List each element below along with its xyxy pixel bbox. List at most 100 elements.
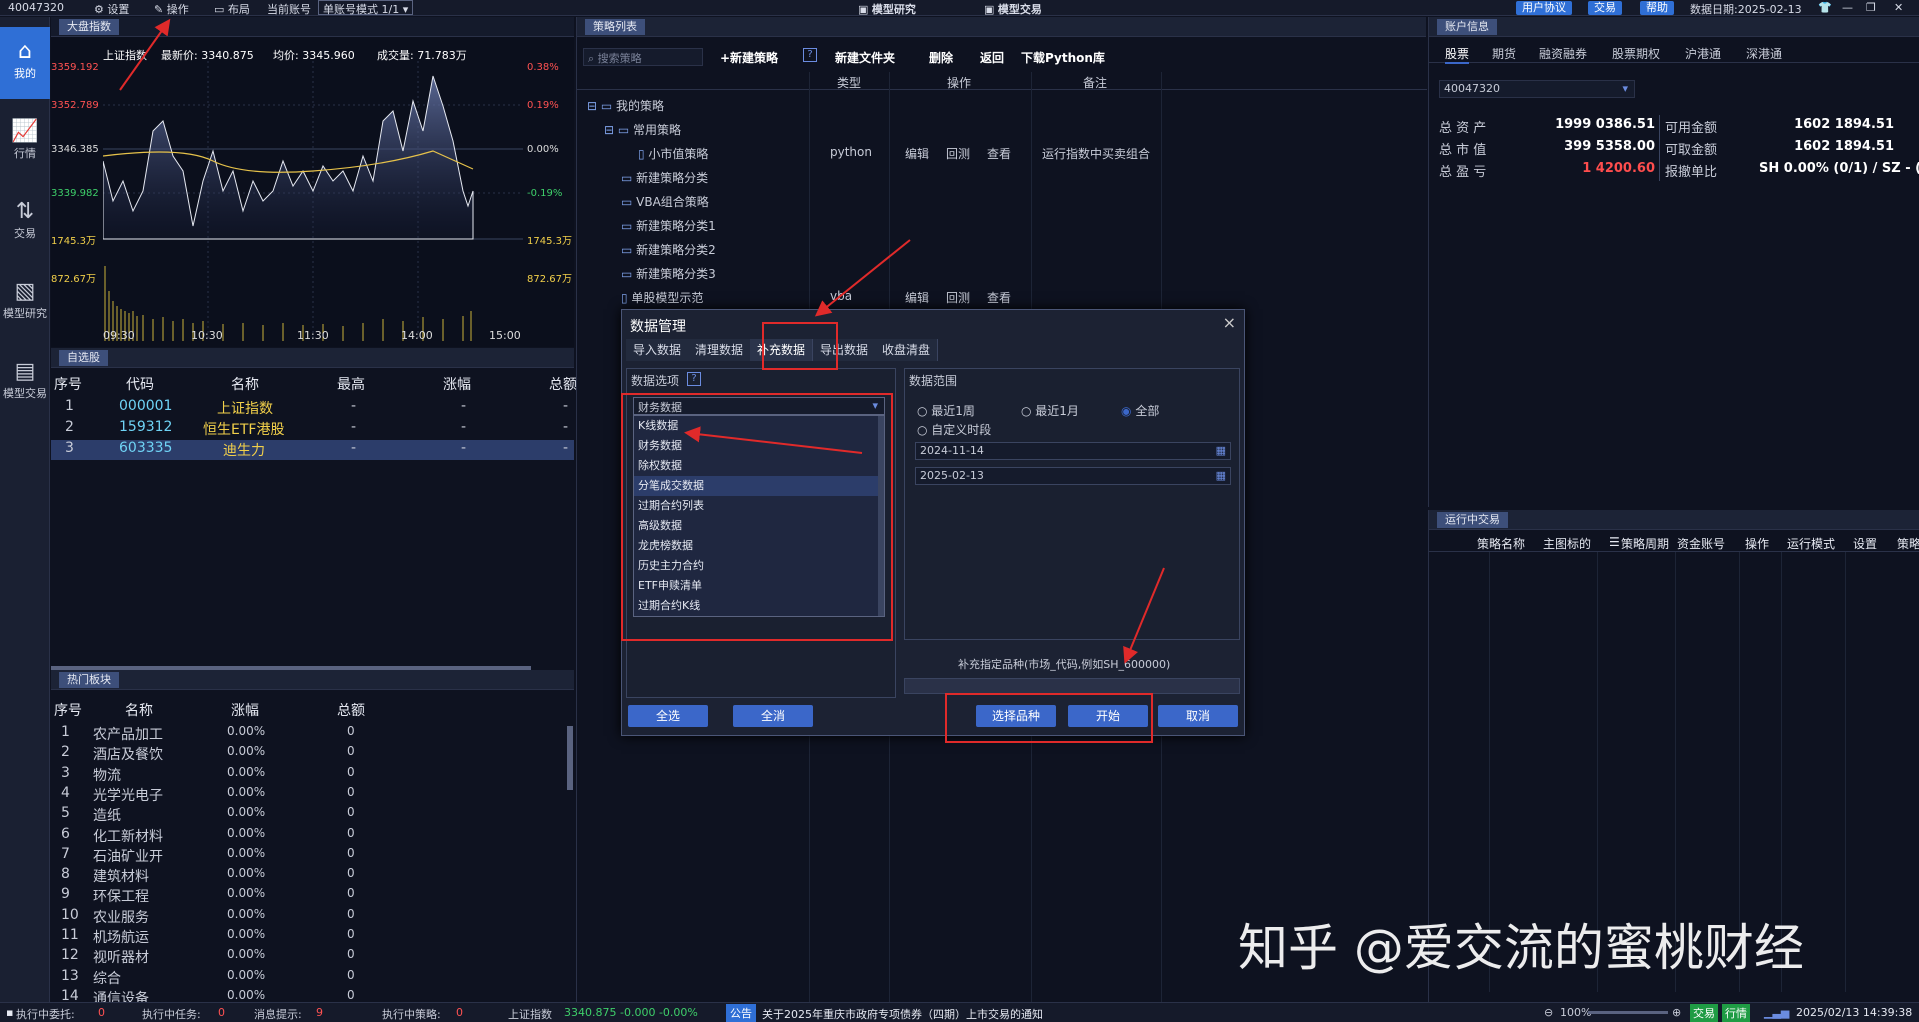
tree-item[interactable]: ▭ 新建策略分类1	[577, 217, 1427, 239]
tab-stock[interactable]: 股票	[1445, 45, 1470, 64]
tree-item[interactable]: ▯ 小市值策略 python 编辑 回测 查看 运行指数中买卖组合	[577, 145, 1427, 167]
sidebar-item-trade[interactable]: ⇅ 交易	[0, 187, 50, 259]
search-input[interactable]: ⌕ 搜索策略	[583, 48, 703, 66]
delete-button[interactable]: 删除	[929, 49, 953, 66]
tree-item[interactable]: ▭ 新建策略分类3	[577, 265, 1427, 287]
table-row[interactable]: 2 159312 恒生ETF港股 - - -	[51, 419, 574, 439]
tab-margin[interactable]: 融资融券	[1539, 45, 1587, 62]
op-button[interactable]: 查看	[987, 145, 1011, 162]
sidebar-item-research[interactable]: ▧ 模型研究	[0, 267, 50, 339]
op-button[interactable]: 编辑	[905, 289, 929, 306]
list-item[interactable]: 7 石油矿业开 0.00% 0	[51, 846, 561, 866]
model-trade-button[interactable]: ▣ 模型交易	[984, 1, 1042, 17]
list-item[interactable]: 4 光学光电子 0.00% 0	[51, 785, 561, 805]
op-button[interactable]: 编辑	[905, 145, 929, 162]
table-row[interactable]: 1 000001 上证指数 - - -	[51, 398, 574, 418]
radio-custom-range[interactable]: ○ 自定义时段	[917, 421, 991, 438]
list-item[interactable]: 3 物流 0.00% 0	[51, 765, 561, 785]
tree-item[interactable]: ⊟ ▭ 常用策略	[577, 121, 1427, 143]
tab-import-data[interactable]: 导入数据	[626, 339, 690, 361]
tab-sz-hk[interactable]: 深港通	[1746, 45, 1782, 62]
back-button[interactable]: 返回	[980, 49, 1004, 66]
tab-closing-clear[interactable]: 收盘清盘	[875, 339, 939, 361]
list-item[interactable]: 8 建筑材料 0.00% 0	[51, 866, 561, 886]
x-tick-0: 09:30	[103, 329, 135, 342]
help-icon[interactable]: ?	[803, 48, 817, 62]
tree-item[interactable]: ▭ 新建策略分类2	[577, 241, 1427, 263]
list-item[interactable]: 13 综合 0.00% 0	[51, 968, 561, 988]
shirt-icon[interactable]: 👕	[1818, 1, 1832, 14]
sidebar-item-market[interactable]: 📈 行情	[0, 107, 50, 179]
quote-status[interactable]: 行情	[1722, 1004, 1750, 1022]
y-right-5: 872.67万	[527, 274, 572, 285]
sidebar-item-mine[interactable]: ⌂ 我的	[0, 27, 50, 99]
account-tabs: 股票 期货 融资融券 股票期权 沪港通 深港通	[1429, 45, 1919, 64]
tree-item[interactable]: ▭ VBA组合策略	[577, 193, 1427, 215]
restore-icon[interactable]: ❐	[1866, 1, 1876, 14]
tab-clean-data[interactable]: 清理数据	[688, 339, 752, 361]
trade-status[interactable]: 交易	[1690, 1004, 1718, 1022]
table-row-selected[interactable]: 3 603335 迪生力 - - -	[51, 440, 574, 460]
account-row: 总 盈 亏1 4200.60 报撤单比 SH 0.00% (0/1) / SZ - …	[1439, 161, 1919, 180]
list-item[interactable]: 11 机场航运 0.00% 0	[51, 927, 561, 947]
sidebar-item-model-trade[interactable]: ▤ 模型交易	[0, 347, 50, 419]
close-icon[interactable]: ✕	[1894, 1, 1903, 14]
download-python-button[interactable]: 下载Python库	[1021, 49, 1105, 66]
tree-item[interactable]: ▭ 新建策略分类	[577, 169, 1427, 191]
trade-button[interactable]: 交易	[1588, 1, 1622, 15]
strategy-header: 类型 操作 备注	[577, 72, 1427, 90]
new-folder-button[interactable]: 新建文件夹	[835, 49, 895, 66]
watchlist-header: 序号 代码 名称 最高 涨幅 总额	[54, 377, 577, 393]
end-date-input[interactable]: 2025-02-13 ▦	[915, 467, 1231, 485]
account-mode-select[interactable]: 单账号模式 1/1 ▾	[318, 0, 414, 16]
supplement-symbol-input[interactable]	[904, 678, 1240, 694]
y-right-0: 0.38%	[527, 62, 559, 73]
help-icon[interactable]: ?	[687, 372, 701, 386]
exchange-icon: ⇅	[15, 199, 35, 224]
zoom-slider[interactable]	[1588, 1011, 1668, 1014]
start-date-input[interactable]: 2024-11-14 ▦	[915, 442, 1231, 460]
tree-item[interactable]: ⊟ ▭ 我的策略	[577, 97, 1427, 119]
op-button[interactable]: 查看	[987, 289, 1011, 306]
radio-last-week[interactable]: ○ 最近1周	[917, 402, 975, 419]
x-tick-4: 15:00	[489, 329, 521, 342]
top-bar: 40047320 ⚙ 设置 ✎ 操作 ▭ 布局 当前账号 单账号模式 1/1 ▾…	[0, 0, 1919, 16]
tree-item[interactable]: ▯ 单股模型示范 vba 编辑 回测 查看	[577, 289, 1427, 311]
radio-all[interactable]: ◉ 全部	[1121, 402, 1159, 419]
list-item[interactable]: 10 农业服务 0.00% 0	[51, 907, 561, 927]
op-button[interactable]: 回测	[946, 289, 970, 306]
list-item[interactable]: 9 环保工程 0.00% 0	[51, 886, 561, 906]
cancel-button[interactable]: 取消	[1158, 705, 1238, 727]
new-strategy-button[interactable]: +新建策略	[720, 49, 778, 66]
data-options-title: 数据选项	[631, 374, 680, 388]
user-agreement-button[interactable]: 用户协议	[1516, 1, 1572, 15]
help-button[interactable]: 帮助	[1640, 1, 1674, 15]
settings-menu[interactable]: ⚙ 设置	[94, 1, 129, 17]
minimize-icon[interactable]: —	[1842, 1, 1853, 14]
list-item[interactable]: 1 农产品加工 0.00% 0	[51, 724, 561, 744]
zoom-in-icon[interactable]: ⊕	[1672, 1006, 1681, 1019]
model-research-button[interactable]: ▣ 模型研究	[858, 1, 916, 17]
tab-futures[interactable]: 期货	[1492, 45, 1516, 62]
clear-all-button[interactable]: 全消	[733, 705, 813, 727]
radio-last-month[interactable]: ○ 最近1月	[1021, 402, 1079, 419]
y-right-4: 1745.3万	[527, 236, 572, 247]
folder-icon: ⊟ ▭	[604, 123, 634, 137]
tab-sh-hk[interactable]: 沪港通	[1685, 45, 1721, 62]
message-label[interactable]: 消息提示:	[254, 1006, 302, 1022]
zoom-icon[interactable]: ⊖	[1544, 1006, 1553, 1019]
list-item[interactable]: 2 酒店及餐饮 0.00% 0	[51, 744, 561, 764]
account-select[interactable]: 40047320 ▾	[1439, 80, 1635, 98]
operate-menu[interactable]: ✎ 操作	[154, 1, 189, 17]
tab-options[interactable]: 股票期权	[1612, 45, 1660, 62]
list-item[interactable]: 12 视听器材 0.00% 0	[51, 947, 561, 967]
vertical-scrollbar[interactable]	[567, 726, 573, 790]
notice-text[interactable]: 关于2025年重庆市政府专项债券（四期）上市交易的通知	[762, 1006, 1043, 1022]
list-item[interactable]: 6 化工新材料 0.00% 0	[51, 826, 561, 846]
op-button[interactable]: 回测	[946, 145, 970, 162]
dialog-close-icon[interactable]: ×	[1223, 313, 1236, 332]
strategy-title: 策略列表	[585, 19, 645, 35]
select-all-button[interactable]: 全选	[628, 705, 708, 727]
layout-menu[interactable]: ▭ 布局	[214, 1, 250, 17]
list-item[interactable]: 5 造纸 0.00% 0	[51, 805, 561, 825]
